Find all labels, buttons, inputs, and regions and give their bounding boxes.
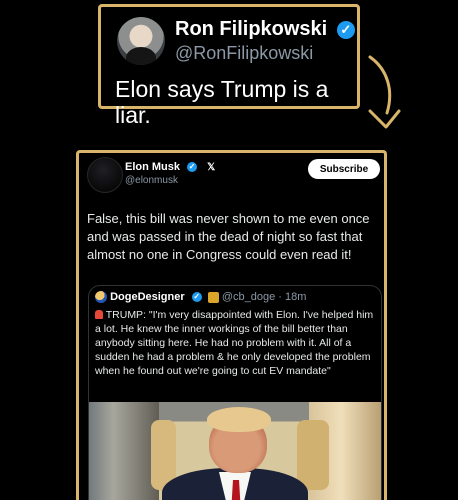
author-name[interactable]: Ron Filipkowski ✓ [175,18,355,40]
quoted-post-card-top: Ron Filipkowski ✓ @RonFilipkowski Elon s… [98,4,360,128]
quoted-tweet[interactable]: DogeDesigner ✓ @cb_doge · 18m TRUMP: "I'… [88,285,382,500]
verified-badge-icon: ✓ [187,162,198,173]
main-post-card: Elon Musk ✓ 𝕏 @elonmusk Subscribe False,… [76,150,387,500]
ron-avatar[interactable] [117,17,165,65]
siren-icon [95,310,103,319]
post-text: Elon says Trump is a liar. [115,76,329,128]
chair-right [297,420,329,490]
author-handle[interactable]: @elonmusk [125,175,178,187]
yellow-badge-icon [207,291,219,303]
separator: · [278,291,282,303]
quoted-text: TRUMP: "I'm very disappointed with Elon.… [95,308,375,378]
verified-badge-icon: ✓ [336,20,355,39]
subscribe-button[interactable]: Subscribe [308,159,380,179]
quoted-author-name[interactable]: DogeDesigner [110,291,185,303]
quoted-author-handle[interactable]: @cb_doge [222,291,275,303]
man-hair [207,407,271,432]
post-time[interactable]: 18m [285,291,306,303]
curved-arrow-icon [368,55,401,129]
quoted-image[interactable] [89,402,381,500]
doge-avatar-icon [95,291,107,304]
quoted-prefix: TRUMP: [105,309,149,321]
elon-avatar[interactable] [87,157,123,193]
quoted-header: DogeDesigner ✓ @cb_doge · 18m [95,291,306,304]
post-text: False, this bill was never shown to me e… [87,211,370,262]
left-curtain [89,402,159,500]
author-handle[interactable]: @RonFilipkowski [175,43,313,63]
x-logo-icon: 𝕏 [207,162,216,173]
author-name[interactable]: Elon Musk ✓ 𝕏 [125,161,215,174]
verified-badge-icon: ✓ [191,292,202,303]
